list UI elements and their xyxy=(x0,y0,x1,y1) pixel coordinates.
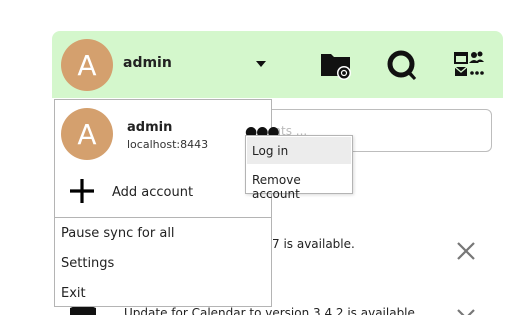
menu-item-exit[interactable]: Exit xyxy=(61,286,86,301)
menu-item-settings[interactable]: Settings xyxy=(61,256,114,271)
account-server: localhost:8443 xyxy=(127,138,209,151)
close-icon[interactable] xyxy=(454,239,478,263)
update-notification-text: Update for Calendar to version 3.4.2 is … xyxy=(124,306,419,315)
menu-item-remove-account[interactable]: Remove account xyxy=(247,166,351,201)
close-icon[interactable] xyxy=(454,306,478,315)
avatar-letter: A xyxy=(77,48,97,82)
menu-item-pause-sync[interactable]: Pause sync for all xyxy=(61,226,175,241)
account-context-menu: Log in Remove account xyxy=(245,135,353,201)
folder-sync-icon[interactable] xyxy=(320,49,352,81)
avatar: A xyxy=(61,108,113,160)
talk-icon[interactable] xyxy=(386,49,418,81)
avatar-letter: A xyxy=(77,117,97,151)
account-name: admin xyxy=(127,120,173,135)
current-account-name[interactable]: admin xyxy=(123,55,172,71)
plus-icon[interactable] xyxy=(69,178,95,204)
apps-icon[interactable] xyxy=(453,49,485,81)
menu-divider xyxy=(55,217,271,218)
add-account-button[interactable]: Add account xyxy=(112,185,193,200)
menu-item-log-in[interactable]: Log in xyxy=(247,137,351,164)
chevron-down-icon[interactable] xyxy=(256,61,266,67)
account-menu: A admin localhost:8443 ●●● Add account P… xyxy=(54,99,280,307)
tray-header: A admin xyxy=(52,31,503,98)
update-notification-text: 7 is available. xyxy=(272,237,355,251)
avatar[interactable]: A xyxy=(61,39,113,91)
